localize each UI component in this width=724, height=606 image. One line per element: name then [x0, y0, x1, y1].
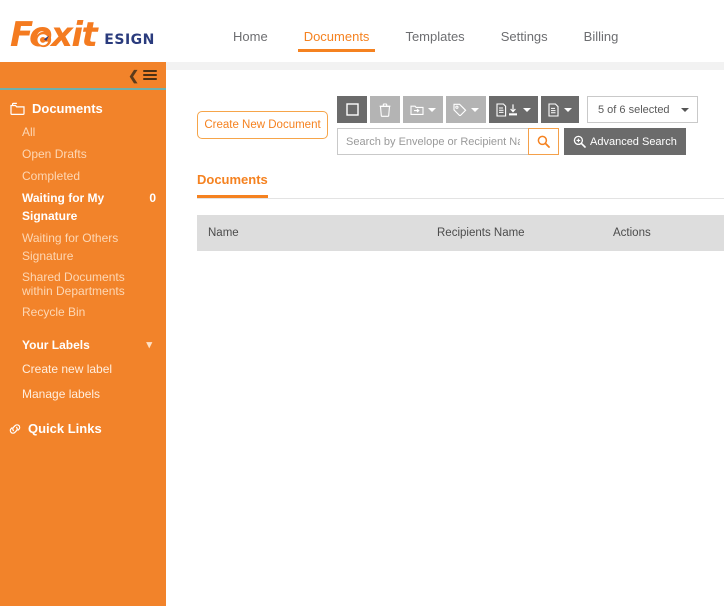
chevron-left-icon: ❮ — [128, 67, 139, 83]
document-download-icon — [496, 102, 517, 117]
sidebar-item-completed[interactable]: Completed — [0, 165, 166, 187]
sidebar-documents-section: Documents All Open Drafts Completed Wait… — [0, 96, 166, 440]
main-content: Create New Document 5 of 6 selected Sear… — [166, 70, 724, 606]
chevron-down-icon — [523, 107, 531, 112]
selection-count-label: 5 of 6 selected — [598, 103, 670, 116]
sidebar-item-all[interactable]: All — [0, 121, 166, 143]
sidebar-item-recycle-bin[interactable]: Recycle Bin — [0, 301, 166, 323]
search-button[interactable] — [528, 128, 559, 155]
tab-documents[interactable]: Documents — [197, 172, 268, 198]
advanced-search-button[interactable]: Advanced Search — [564, 128, 686, 155]
sidebar-item-shared-documents-label: Shared Documents within Departments — [22, 270, 125, 298]
export-document-button[interactable] — [541, 96, 579, 123]
sidebar-top-rule — [0, 88, 166, 90]
sidebar-item-completed-label: Completed — [22, 169, 81, 183]
column-header-recipients-name: Recipients Name — [437, 227, 525, 239]
foxit-wordmark-text: Foxit — [10, 15, 98, 55]
table-header-row: Name Recipients Name Actions — [197, 215, 724, 251]
create-new-document-button[interactable]: Create New Document — [197, 111, 328, 139]
magnifier-icon — [537, 135, 550, 148]
move-to-folder-button[interactable] — [403, 96, 443, 123]
download-signed-button[interactable] — [489, 96, 538, 123]
sidebar-item-manage-labels-label: Manage labels — [22, 387, 101, 401]
documents-table: Name Recipients Name Actions — [197, 215, 724, 251]
hamburger-icon — [143, 68, 157, 82]
magnifier-plus-icon — [573, 135, 586, 148]
nav-item-billing[interactable]: Billing — [566, 26, 637, 56]
sidebar: ❮ Documents All Open Drafts Completed Wa… — [0, 62, 166, 606]
primary-nav: Home Documents Templates Settings Billin… — [215, 26, 636, 56]
sidebar-item-shared-documents[interactable]: Shared Documents within Departments — [0, 267, 166, 301]
folder-icon — [10, 102, 25, 116]
documents-toolbar: 5 of 6 selected — [337, 96, 698, 123]
nav-item-home[interactable]: Home — [215, 26, 286, 56]
sidebar-collapse-button[interactable]: ❮ — [0, 62, 166, 88]
nav-item-templates[interactable]: Templates — [387, 26, 482, 56]
content-tabbar: Documents — [197, 172, 724, 199]
column-header-name: Name — [208, 227, 239, 239]
column-header-actions: Actions — [613, 227, 651, 239]
product-name: ESIGN — [104, 32, 155, 48]
folder-move-icon — [410, 105, 424, 115]
chevron-down-icon — [681, 107, 689, 112]
sidebar-item-open-drafts-label: Open Drafts — [22, 147, 87, 161]
sidebar-item-open-drafts[interactable]: Open Drafts — [0, 143, 166, 165]
sidebar-item-waiting-for-others-signature[interactable]: Waiting for Others Signature — [0, 227, 166, 267]
chevron-down-icon — [564, 107, 572, 112]
advanced-search-label: Advanced Search — [590, 135, 677, 148]
sidebar-item-quick-links[interactable]: Quick Links — [0, 415, 166, 440]
foxit-wordmark: Foxit — [10, 15, 98, 55]
delete-button[interactable] — [370, 96, 400, 123]
apply-label-button[interactable] — [446, 96, 486, 123]
sidebar-item-waiting-for-my-signature-label: Waiting for My Signature — [22, 191, 105, 223]
sidebar-item-waiting-for-my-signature[interactable]: Waiting for My Signature 0 — [0, 187, 166, 227]
sidebar-section-documents-label: Documents — [32, 101, 103, 116]
sidebar-item-waiting-for-others-signature-label: Waiting for Others Signature — [22, 231, 119, 263]
link-icon — [8, 423, 22, 435]
chevron-down-icon — [471, 107, 479, 112]
sidebar-item-recycle-bin-label: Recycle Bin — [22, 305, 86, 319]
esign-app: Foxit ESIGN Home Documents Templates Set… — [0, 0, 724, 606]
selection-count-dropdown[interactable]: 5 of 6 selected — [587, 96, 698, 123]
sidebar-item-create-new-label-label: Create new label — [22, 362, 113, 376]
sidebar-item-manage-labels[interactable]: Manage labels — [0, 383, 166, 405]
chevron-down-icon: ▾ — [146, 338, 152, 351]
sidebar-section-documents[interactable]: Documents — [0, 96, 166, 121]
trash-icon — [379, 102, 391, 117]
brand-logo[interactable]: Foxit ESIGN — [10, 18, 155, 52]
select-all-checkbox-button[interactable] — [337, 96, 367, 123]
search-input[interactable] — [337, 128, 528, 155]
sidebar-item-create-new-label[interactable]: Create new label — [0, 358, 166, 380]
square-icon — [345, 103, 359, 116]
sidebar-item-waiting-for-my-signature-count: 0 — [149, 191, 156, 205]
nav-item-settings[interactable]: Settings — [483, 26, 566, 56]
search-row: Advanced Search — [337, 128, 686, 155]
sidebar-group-your-labels-label: Your Labels — [22, 338, 90, 352]
sidebar-item-all-label: All — [22, 125, 36, 139]
chevron-down-icon — [428, 107, 436, 112]
tag-icon — [453, 103, 467, 116]
document-icon — [548, 102, 559, 117]
sidebar-item-quick-links-label: Quick Links — [28, 421, 102, 436]
sidebar-group-your-labels[interactable]: Your Labels ▾ — [0, 335, 166, 355]
nav-item-documents[interactable]: Documents — [286, 26, 388, 56]
app-header: Foxit ESIGN Home Documents Templates Set… — [0, 0, 724, 62]
